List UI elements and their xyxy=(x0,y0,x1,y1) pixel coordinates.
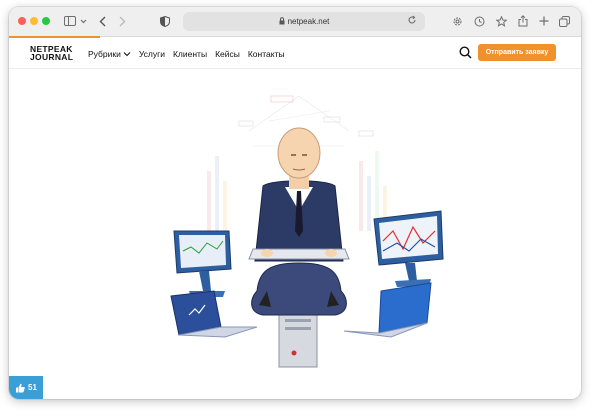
reload-icon[interactable] xyxy=(407,15,417,27)
settings-icon[interactable] xyxy=(451,13,463,29)
menu-item-services[interactable]: Услуги xyxy=(139,49,165,59)
share-icon[interactable] xyxy=(517,13,529,29)
like-button[interactable]: 51 xyxy=(9,376,43,399)
thumbs-up-icon xyxy=(16,383,25,392)
browser-titlebar: netpeak.net xyxy=(9,7,581,37)
article-content xyxy=(9,69,581,399)
tabs-icon[interactable] xyxy=(558,13,570,29)
search-icon[interactable] xyxy=(459,46,472,64)
menu-item-label: Рубрики xyxy=(88,49,121,59)
menu-item-clients[interactable]: Клиенты xyxy=(173,49,207,59)
url-text: netpeak.net xyxy=(287,17,330,26)
site-header: NETPEAK JOURNAL Рубрики Услуги Клиенты К… xyxy=(9,38,581,69)
send-request-button[interactable]: Отправить заявку xyxy=(478,44,556,61)
browser-window: netpeak.net NETPEAK JOURNAL Рубрики Услу… xyxy=(9,7,581,399)
main-menu: Рубрики Услуги Клиенты Кейсы Контакты xyxy=(88,49,285,59)
menu-item-rubrics[interactable]: Рубрики xyxy=(88,49,131,59)
menu-item-cases[interactable]: Кейсы xyxy=(215,49,240,59)
history-icon[interactable] xyxy=(473,13,485,29)
shield-icon[interactable] xyxy=(159,13,171,29)
sidebar-icon[interactable] xyxy=(63,13,77,29)
plus-icon[interactable] xyxy=(538,13,550,29)
close-window-button[interactable] xyxy=(18,17,26,25)
chevron-down-icon xyxy=(123,52,131,57)
address-bar[interactable]: netpeak.net xyxy=(183,12,425,31)
chevron-down-icon[interactable] xyxy=(79,13,87,29)
forward-icon[interactable] xyxy=(117,13,127,29)
menu-item-contacts[interactable]: Контакты xyxy=(248,49,285,59)
maximize-window-button[interactable] xyxy=(42,17,50,25)
minimize-window-button[interactable] xyxy=(30,17,38,25)
like-count: 51 xyxy=(28,383,37,392)
back-icon[interactable] xyxy=(97,13,107,29)
star-icon[interactable] xyxy=(495,13,507,29)
logo-line-2: JOURNAL xyxy=(30,52,74,62)
site-logo[interactable]: NETPEAK JOURNAL xyxy=(30,45,74,62)
lock-icon xyxy=(279,16,285,27)
hero-illustration xyxy=(170,95,444,368)
